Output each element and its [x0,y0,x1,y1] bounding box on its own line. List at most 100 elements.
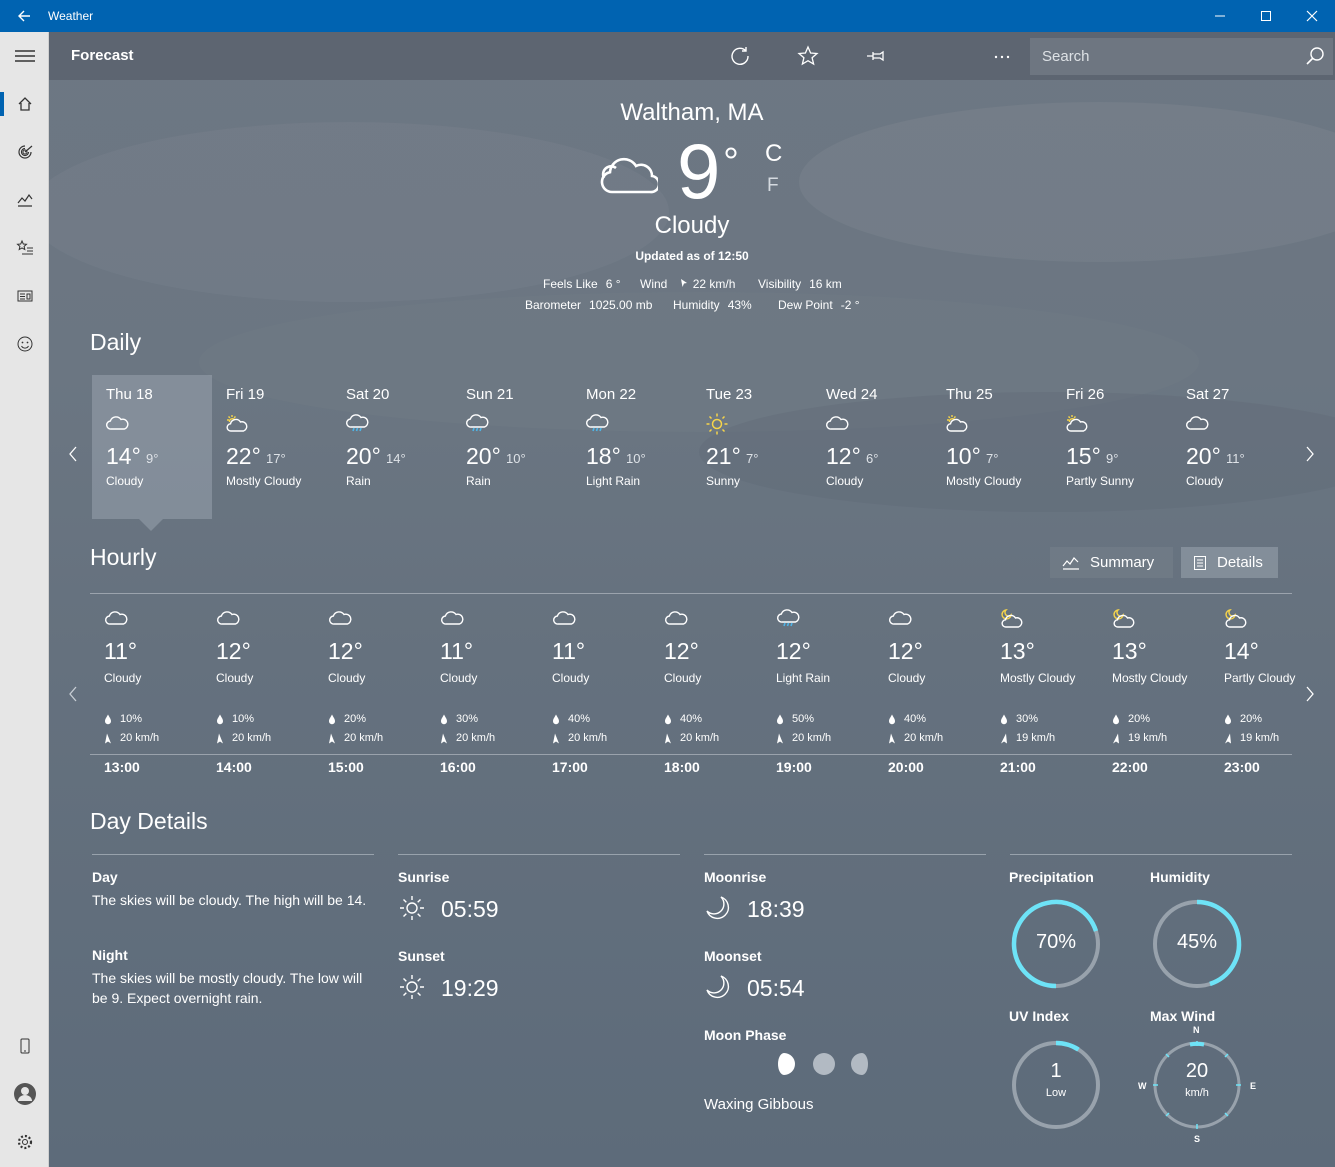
news-icon [17,290,32,302]
hourly-top-divider [90,593,1292,594]
low-temp: 17° [266,451,286,466]
cloud-icon [441,611,464,625]
sunset-time: 19:29 [441,975,499,1001]
day-condition: Rain [346,474,371,488]
hour-wind: 20 km/h [216,732,271,744]
wind-speed: 20 km/h [232,732,272,744]
raindrop-icon [1001,714,1007,724]
low-temp: 6° [866,451,879,466]
divider [704,854,986,855]
hourly-prev-button[interactable] [63,682,83,706]
daily-item[interactable]: Tue 23 21° 7° Sunny [692,375,812,519]
day-condition: Light Rain [586,474,641,488]
search-input[interactable] [1030,38,1290,75]
day-name: Wed 24 [826,386,878,403]
daily-item[interactable]: Fri 26 15° 9° Partly Sunny [1052,375,1172,519]
daily-item[interactable]: Sat 27 20° 11° Cloudy [1172,375,1292,519]
daily-item[interactable]: Fri 19 22° 17° Mostly Cloudy [212,375,332,519]
favorite-button[interactable] [788,40,828,72]
close-button[interactable] [1289,0,1335,32]
partly-sunny-icon [1066,415,1088,432]
sidebar-item-feedback[interactable] [0,320,49,368]
search-box [1030,38,1333,75]
day-name: Fri 26 [1066,386,1105,403]
daily-item[interactable]: Sun 21 20° 10° Rain [452,375,572,519]
moonset-time: 05:54 [747,975,805,1001]
precip-chance: 20% [1240,713,1263,725]
unit-fahrenheit-button[interactable]: F [767,175,779,197]
hourly-item: 12° Cloudy 10% 20 km/h 14:00 [202,607,312,777]
hour-wind: 19 km/h [1224,732,1279,744]
minimize-icon [1215,15,1225,17]
low-temp: 7° [746,451,759,466]
high-temp: 21° [706,443,741,469]
sidebar-item-maps[interactable] [0,128,49,176]
daily-next-button[interactable] [1300,442,1320,466]
feels-like-stat: Feels Like 6 ° [543,277,621,291]
selected-day-pointer [139,519,163,531]
sidebar-item-forecast[interactable] [0,80,49,128]
hour-precipitation: 40% [664,713,702,725]
refresh-button[interactable] [720,40,760,72]
dew-point-stat: Dew Point -2 ° [778,298,860,312]
low-temp: 9° [146,451,159,466]
sunset-label: Sunset [398,948,445,964]
sidebar-item-settings[interactable] [0,1118,49,1166]
hourly-item: 13° Mostly Cloudy 20% 19 km/h 22:00 [1098,607,1208,777]
uv-index-value: 1 [1050,1060,1062,1082]
details-toggle-button[interactable]: Details [1181,547,1278,578]
daily-heading: Daily [90,329,142,355]
sidebar-item-historical[interactable] [0,176,49,224]
humidity-value: 43% [727,298,752,312]
daily-item[interactable]: Sat 20 20° 14° Rain [332,375,452,519]
unit-celsius-button[interactable]: C [765,140,782,168]
day-condition: Rain [466,474,491,488]
summary-toggle-button[interactable]: Summary [1050,547,1173,578]
hour-temp: 13° [1112,638,1147,664]
daily-item[interactable]: Wed 24 12° 6° Cloudy [812,375,932,519]
pin-button[interactable] [856,40,896,72]
moonset-icon [706,975,730,999]
more-button[interactable] [982,40,1022,72]
back-button[interactable] [0,0,48,32]
minimize-button[interactable] [1197,0,1243,32]
search-icon[interactable] [1305,46,1325,66]
precip-chance: 40% [904,713,927,725]
hour-wind: 19 km/h [1112,732,1167,744]
feels-like-label: Feels Like [543,277,598,291]
day-condition: Cloudy [106,474,144,488]
feels-like-value: 6 ° [605,277,621,291]
hour-time: 17:00 [552,759,588,775]
hour-time: 21:00 [1000,759,1036,775]
chevron-left-icon [69,446,77,462]
moon-icon [941,48,949,64]
hourly-item: 12° Cloudy 40% 20 km/h 18:00 [650,607,760,777]
hour-time: 16:00 [440,759,476,775]
hourly-item: 11° Cloudy 40% 20 km/h 17:00 [538,607,648,777]
sidebar-item-account[interactable] [0,1070,49,1118]
theme-button[interactable] [923,40,963,72]
precip-chance: 20% [344,713,367,725]
daily-prev-button[interactable] [63,442,83,466]
favorites-list-icon [15,239,33,255]
wind-label: Wind [640,277,668,291]
maximize-button[interactable] [1243,0,1289,32]
sidebar-item-device[interactable] [0,1022,49,1070]
sidebar-item-news[interactable] [0,272,49,320]
humidity-gauge-value: 45% [1176,931,1218,953]
wind-direction-icon [553,733,559,743]
partly-sunny-icon [946,415,968,432]
hamburger-menu-button[interactable] [0,32,49,80]
daily-item[interactable]: Thu 18 14° 9° Cloudy [92,375,212,519]
high-temp: 20° [346,443,381,469]
sun-icon [706,413,728,435]
precip-chance: 30% [456,713,479,725]
raindrop-icon [1225,714,1231,724]
gauge-track [1012,1041,1100,1129]
day-name: Fri 19 [226,386,265,403]
daily-item[interactable]: Thu 25 10° 7° Mostly Cloudy [932,375,1052,519]
wind-speed: 19 km/h [1240,732,1280,744]
daily-item[interactable]: Mon 22 18° 10° Light Rain [572,375,692,519]
moonrise-label: Moonrise [704,869,767,885]
sidebar-item-places[interactable] [0,224,49,272]
